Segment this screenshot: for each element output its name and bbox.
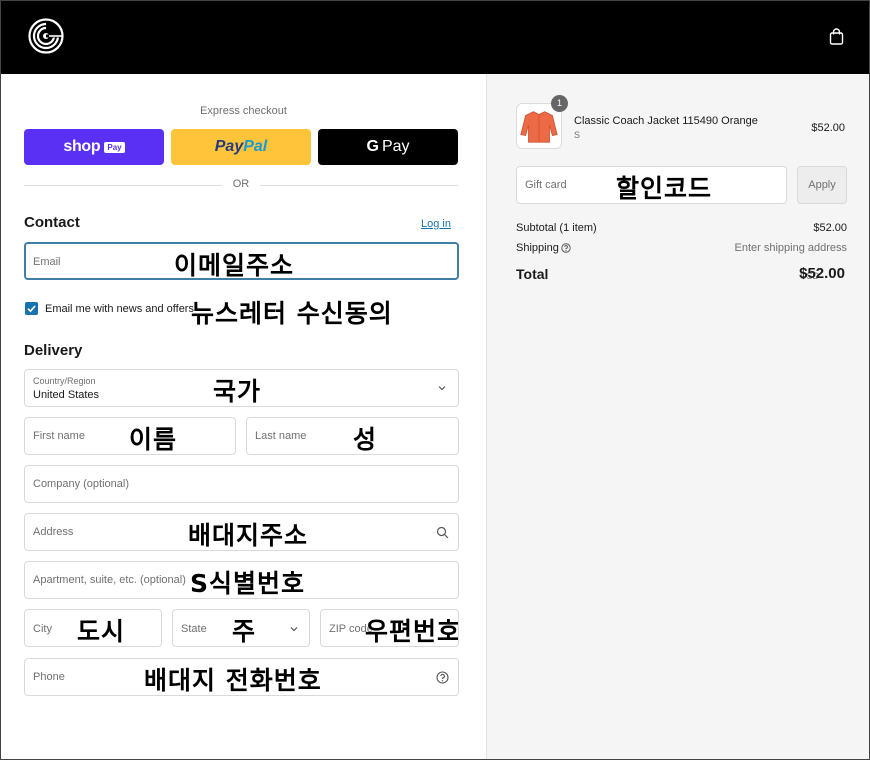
search-icon[interactable] [436, 526, 449, 539]
quantity-badge: 1 [551, 95, 568, 112]
last-name-field[interactable]: Last name 성 [246, 417, 459, 455]
country-select[interactable]: Country/Region United States 국가 [24, 369, 459, 407]
state-placeholder: State [181, 623, 207, 635]
first-name-placeholder: First name [33, 430, 85, 442]
subtotal-value: $52.00 [813, 222, 847, 234]
email-field[interactable]: Email 이메일주소 [24, 242, 459, 280]
help-circle-icon[interactable] [561, 243, 571, 253]
phone-annotation: 배대지 전화번호 [144, 666, 322, 695]
zip-field[interactable]: ZIP code 우편번호 [320, 609, 459, 647]
newsletter-annotation: 뉴스레터 수신동의 [191, 299, 393, 328]
address-field[interactable]: Address 배대지주소 [24, 513, 459, 551]
checkout-form-panel: Express checkout shop Pay PayPal G Pay O… [1, 74, 486, 759]
city-field[interactable]: City 도시 [24, 609, 162, 647]
subtotal-label: Subtotal (1 item) [516, 222, 597, 234]
subtotal-row: Subtotal (1 item) $52.00 [516, 222, 847, 234]
shipping-value: Enter shipping address [734, 242, 847, 254]
google-pay-wordmark: G Pay [366, 138, 410, 155]
company-placeholder: Company (optional) [33, 478, 129, 490]
phone-placeholder: Phone [33, 671, 65, 683]
newsletter-checkbox[interactable] [25, 302, 38, 315]
delivery-heading: Delivery [24, 342, 83, 359]
contact-heading: Contact [24, 214, 80, 231]
shop-pay-badge: Pay [104, 141, 125, 153]
email-annotation: 이메일주소 [174, 251, 295, 280]
order-summary-panel: 1 Classic Coach Jacket 115490 Orange S $… [486, 74, 869, 759]
login-link[interactable]: Log in [421, 218, 451, 230]
product-name: Classic Coach Jacket 115490 Orange [574, 115, 758, 127]
paypal-wordmark: PayPal [214, 138, 268, 155]
header-bar [1, 1, 869, 74]
total-label: Total [516, 266, 549, 282]
phone-field[interactable]: Phone 배대지 전화번호 [24, 658, 459, 696]
shopping-bag-icon[interactable] [829, 28, 844, 45]
first-name-field[interactable]: First name 이름 [24, 417, 236, 455]
product-price: $52.00 [811, 122, 845, 134]
google-g-icon: G [366, 138, 379, 155]
google-pay-button[interactable]: G Pay [318, 129, 458, 165]
chevron-down-icon [438, 386, 446, 391]
gift-card-field[interactable]: Gift card 할인코드 [516, 166, 787, 204]
gift-card-placeholder: Gift card [525, 179, 567, 191]
chevron-down-icon [290, 627, 298, 632]
circular-brand-logo-icon[interactable] [28, 18, 64, 54]
first-name-annotation: 이름 [129, 425, 178, 454]
city-placeholder: City [33, 623, 52, 635]
last-name-placeholder: Last name [255, 430, 307, 442]
email-placeholder: Email [33, 256, 61, 268]
city-annotation: 도시 [77, 617, 126, 646]
address-annotation: 배대지주소 [188, 521, 309, 550]
checkout-page: Express checkout shop Pay PayPal G Pay O… [0, 0, 870, 760]
last-name-annotation: 성 [353, 425, 378, 454]
shop-pay-button[interactable]: shop Pay [24, 129, 164, 165]
country-value: United States [33, 389, 100, 401]
apartment-field[interactable]: Apartment, suite, etc. (optional) S식별번호 [24, 561, 459, 599]
paypal-button[interactable]: PayPal [171, 129, 311, 165]
product-variant: S [574, 130, 581, 140]
express-checkout-label: Express checkout [200, 105, 287, 117]
country-label: Country/Region [33, 376, 96, 386]
help-circle-icon[interactable] [436, 671, 449, 684]
zip-annotation: 우편번호 [365, 617, 459, 646]
checkmark-icon [27, 305, 36, 313]
state-select[interactable]: State 주 [172, 609, 310, 647]
company-field[interactable]: Company (optional) [24, 465, 459, 503]
state-annotation: 주 [232, 617, 257, 646]
shipping-label: Shipping [516, 242, 559, 254]
newsletter-label: Email me with news and offers [45, 303, 194, 315]
apply-button[interactable]: Apply [797, 166, 847, 204]
shop-pay-wordmark: shop [63, 138, 101, 155]
apartment-placeholder: Apartment, suite, etc. (optional) [33, 574, 186, 586]
country-annotation: 국가 [213, 377, 262, 406]
or-divider: OR [24, 178, 458, 192]
shipping-row: Shipping Enter shipping address [516, 242, 847, 254]
total-value: $52.00 [799, 265, 845, 282]
gift-card-annotation: 할인코드 [616, 174, 713, 203]
address-placeholder: Address [33, 526, 74, 538]
apartment-annotation: S식별번호 [190, 569, 306, 598]
